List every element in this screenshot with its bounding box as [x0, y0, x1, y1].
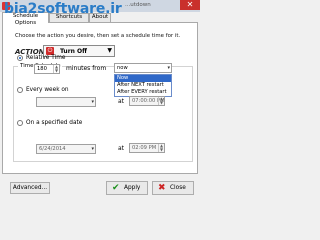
advanced-button[interactable]: Advanced... [10, 182, 50, 194]
chevron-down-icon: ▾ [91, 99, 94, 105]
date-time-value: 02:09 PM [132, 145, 157, 151]
watermark: bia2software.ir [4, 1, 122, 17]
dropdown-option[interactable]: After EVERY restart [115, 89, 171, 96]
every-week-radio[interactable] [17, 87, 23, 93]
apply-label: Apply [124, 185, 141, 191]
power-icon: ⏻ [46, 47, 54, 55]
at-label: at [118, 145, 125, 152]
close-icon: ✖ [158, 183, 166, 193]
at-label: at [118, 98, 125, 105]
dropdown-option[interactable]: After NEXT restart [115, 82, 171, 89]
chevron-down-icon: ▾ [167, 65, 170, 71]
specified-date-radio[interactable] [17, 120, 23, 126]
relative-time-label: Relative Time [26, 55, 66, 61]
every-week-label: Every week on [26, 87, 69, 93]
apply-button[interactable]: ✔ Apply [106, 181, 148, 195]
instructions-text: Choose the action you desire, then set a… [15, 33, 181, 39]
action-value: Turn Off [60, 48, 87, 55]
chevron-down-icon: ▾ [91, 146, 94, 152]
window-title: ...utdown [125, 2, 151, 8]
minutes-value: 180 [37, 66, 47, 72]
weekly-time-input[interactable]: 07:00:00 PM ▲ ▼ [129, 96, 165, 106]
from-select[interactable]: now ▾ [114, 63, 172, 73]
specified-date-label: On a specified date [26, 120, 83, 126]
window-close-button[interactable]: ✕ [180, 0, 200, 10]
spinner-icon[interactable]: ▲ ▼ [158, 144, 164, 152]
tab-panel: Choose the action you desire, then set a… [2, 22, 198, 174]
spinner-icon[interactable]: ▲ ▼ [158, 97, 164, 105]
close-label: Close [170, 185, 186, 191]
close-button[interactable]: ✖ Close [152, 181, 194, 195]
chevron-down-icon: ▼ [107, 47, 112, 54]
checkmark-icon: ✔ [112, 183, 120, 193]
spinner-icon[interactable]: ▲ ▼ [53, 65, 59, 73]
date-time-input[interactable]: 02:09 PM ▲ ▼ [129, 143, 165, 153]
date-value: 6/24/2014 [39, 146, 66, 152]
weekday-select[interactable]: ▾ [36, 97, 96, 107]
from-value: now [117, 65, 128, 71]
from-dropdown-list: Now After NEXT restart After EVERY resta… [114, 74, 172, 97]
dropdown-option[interactable]: Now [115, 75, 171, 82]
minutes-from-label: minutes from [66, 65, 107, 72]
relative-time-radio[interactable] [17, 55, 23, 61]
date-picker[interactable]: 6/24/2014 ▾ [36, 144, 96, 154]
minutes-stepper[interactable]: 180 ▲ ▼ [34, 64, 60, 74]
